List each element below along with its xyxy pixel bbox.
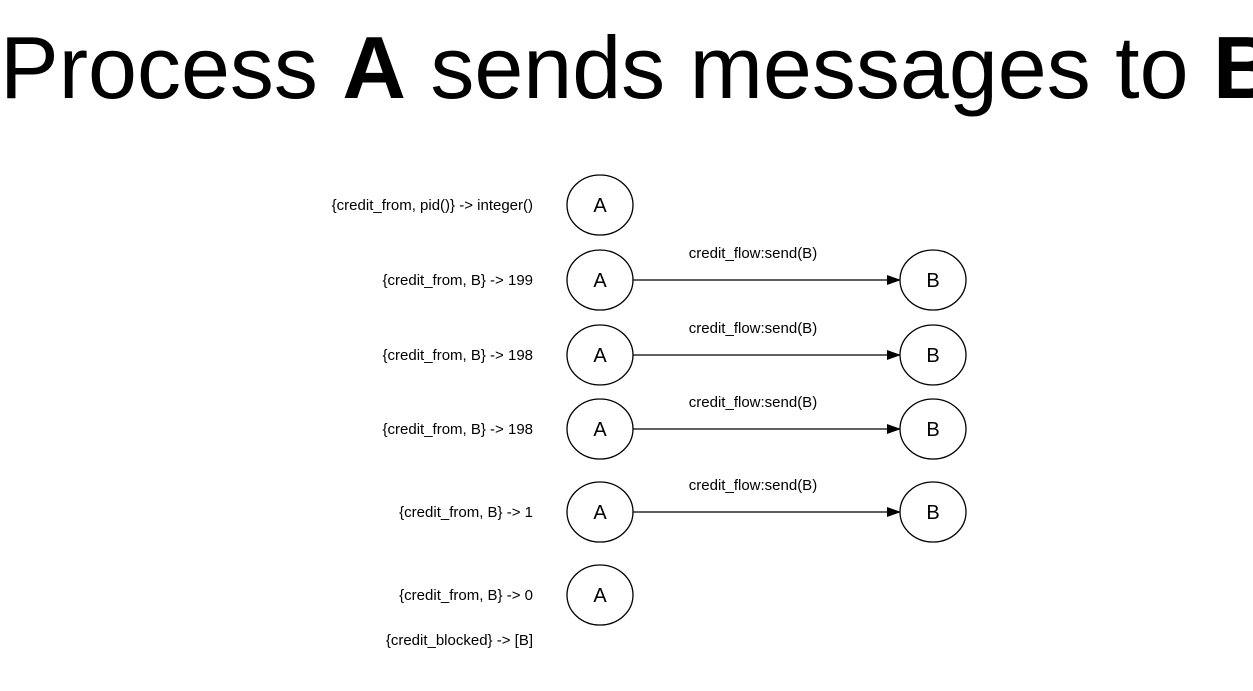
message-label: credit_flow:send(B) — [689, 394, 817, 411]
process-b-node: B — [899, 481, 967, 543]
process-b-node-letter: B — [926, 502, 939, 524]
credit-blocked-label: {credit_blocked} -> [B] — [386, 632, 533, 649]
process-a-node-letter: A — [593, 345, 607, 367]
state-label: {credit_from, B} -> 199 — [383, 272, 534, 289]
message-label: credit_flow:send(B) — [689, 245, 817, 262]
process-b-node: B — [899, 398, 967, 460]
process-a-node-letter: A — [593, 195, 607, 217]
state-label: {credit_from, pid()} -> integer() — [332, 197, 533, 214]
process-b-node-letter: B — [926, 270, 939, 292]
process-b-node-letter: B — [926, 345, 939, 367]
state-label: {credit_from, B} -> 198 — [383, 347, 534, 364]
process-b-node: B — [899, 324, 967, 386]
process-a-node: A — [566, 324, 634, 386]
process-b-node-letter: B — [926, 419, 939, 441]
process-a-node: A — [566, 249, 634, 311]
process-a-node: A — [566, 481, 634, 543]
message-label: credit_flow:send(B) — [689, 320, 817, 337]
state-label: {credit_from, B} -> 0 — [399, 587, 533, 604]
state-label: {credit_from, B} -> 198 — [383, 421, 534, 438]
process-a-node: A — [566, 174, 634, 236]
process-a-node-letter: A — [593, 502, 607, 524]
process-a-node-letter: A — [593, 419, 607, 441]
process-a-node-letter: A — [593, 270, 607, 292]
process-a-node: A — [566, 398, 634, 460]
message-label: credit_flow:send(B) — [689, 477, 817, 494]
state-label: {credit_from, B} -> 1 — [399, 504, 533, 521]
process-b-node: B — [899, 249, 967, 311]
credit-flow-diagram: {credit_from, pid()} -> integer() A {credi… — [332, 174, 967, 649]
process-a-node-letter: A — [593, 585, 607, 607]
process-a-node: A — [566, 564, 634, 626]
